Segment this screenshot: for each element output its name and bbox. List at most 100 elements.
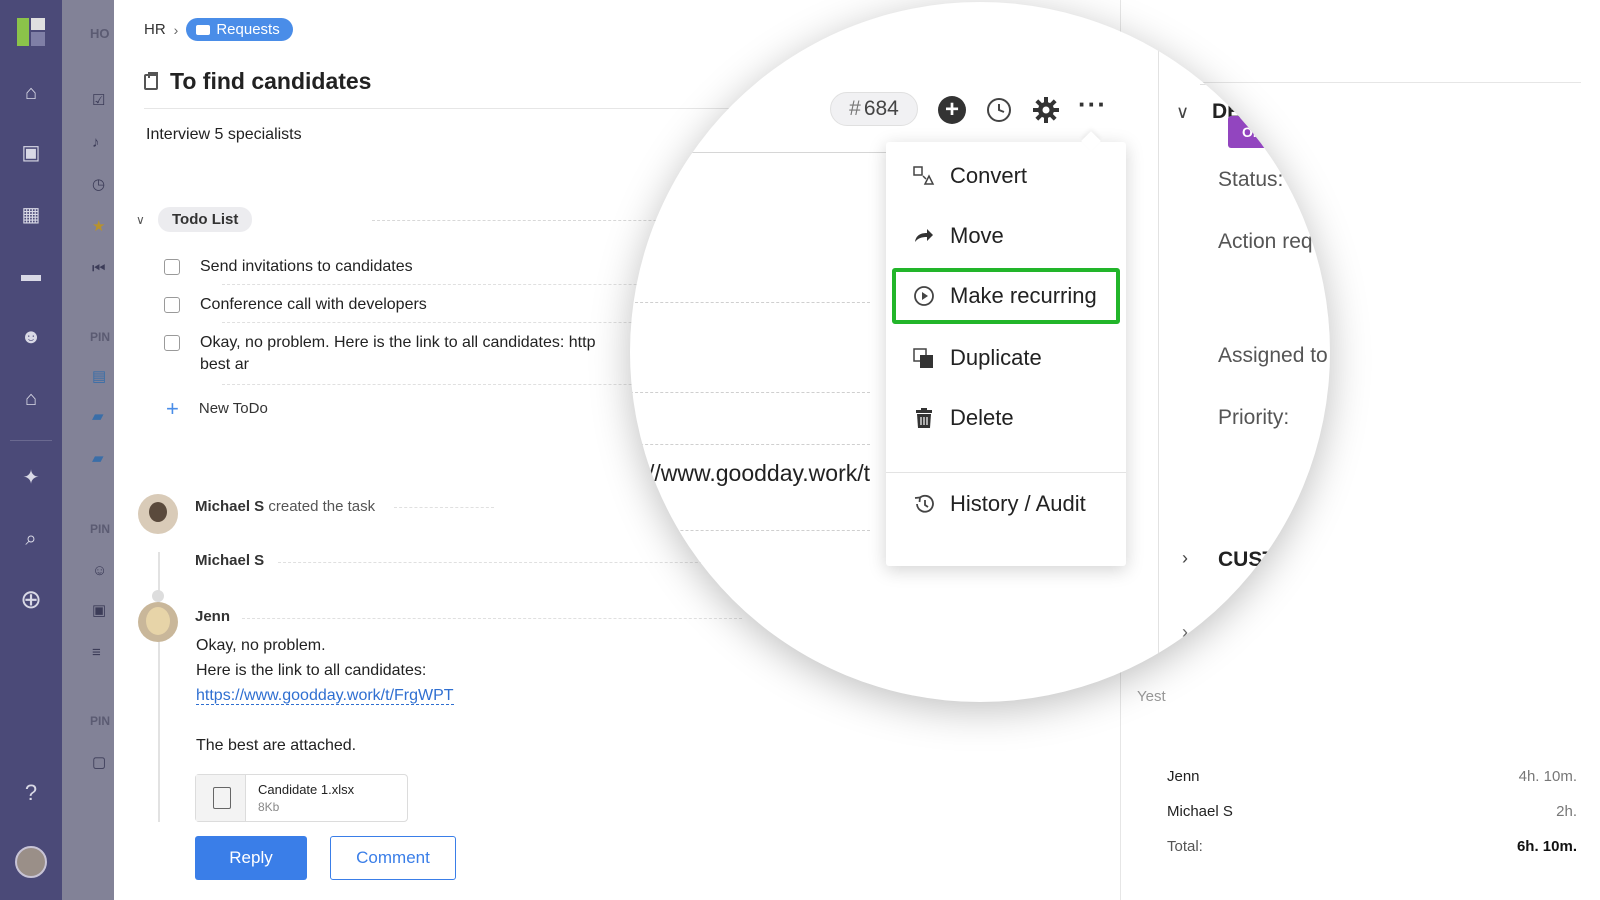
chevron-down-icon[interactable]: ∨ [1176, 102, 1189, 123]
task-description[interactable]: Interview 5 specialists [146, 126, 302, 144]
zoom-column-divider [1158, 2, 1159, 702]
zoomed-link-fragment: //www.goodday.work/t [648, 460, 871, 486]
menu-item-label: Duplicate [950, 345, 1042, 370]
todo-item: Conference call with developers [164, 294, 427, 316]
user-icon[interactable]: ☺ [92, 562, 110, 580]
chevron-right-icon: › [173, 21, 179, 38]
zoom-separator [630, 444, 870, 445]
todo-checkbox[interactable] [164, 297, 180, 313]
lines-icon[interactable]: ≡ [92, 644, 110, 662]
avatar[interactable] [138, 602, 178, 642]
file-name: Candidate 1.xlsx [258, 782, 355, 797]
sidebar-pinned-heading: PIN [90, 522, 111, 536]
sidebar-pinned-heading: PIN [90, 330, 111, 344]
time-total-row: Total: 6h. 10m. [1167, 838, 1577, 855]
duplicate-icon [912, 346, 936, 370]
chevron-right-icon[interactable]: › [1182, 622, 1188, 643]
breadcrumb-current[interactable]: Requests [186, 18, 293, 41]
todo-checkbox[interactable] [164, 259, 180, 275]
activity-author[interactable]: Michael S [195, 498, 264, 515]
comment-author[interactable]: Jenn [195, 608, 230, 625]
clipboard-icon[interactable]: ▢ [92, 754, 110, 772]
comment-line: Okay, no problem. [196, 637, 326, 654]
add-circle-icon[interactable]: ⊕ [18, 586, 44, 612]
todo-text[interactable]: Send invitations to candidates [200, 256, 413, 278]
add-icon[interactable]: + [938, 96, 966, 124]
menu-item-move[interactable]: Move [892, 208, 1120, 264]
todo-text-line: best ar [200, 356, 249, 373]
task-number-badge[interactable]: # 684 [830, 92, 918, 126]
clipboard-icon [144, 71, 158, 90]
todo-text-line: Okay, no problem. Here is the link to al… [200, 334, 596, 351]
comment-author[interactable]: Michael S [195, 552, 264, 569]
help-icon[interactable]: ? [18, 780, 44, 806]
zoom-separator [630, 392, 870, 393]
folder-icon[interactable]: ▰ [92, 450, 110, 468]
list-icon[interactable]: ▤ [92, 368, 110, 386]
clock-icon[interactable] [985, 96, 1013, 124]
comment-divider [278, 562, 738, 563]
briefcase-icon[interactable]: ▣ [18, 140, 44, 166]
gear-icon[interactable] [1032, 96, 1060, 124]
chevron-right-icon[interactable]: › [1182, 548, 1188, 569]
menu-item-label: Move [950, 223, 1004, 248]
status-badge[interactable]: ON HOLD ∨ [1228, 116, 1330, 148]
breadcrumb-current-label: Requests [216, 21, 280, 38]
priority-label: Priority: [1218, 406, 1290, 429]
chat-icon[interactable]: ▬ [18, 262, 44, 288]
reply-button[interactable]: Reply [195, 836, 307, 880]
comment-link[interactable]: https://www.goodday.work/t/FrgWPT [196, 687, 454, 705]
todo-text[interactable]: Okay, no problem. Here is the link to al… [200, 332, 595, 376]
breadcrumb: HR › Requests [144, 18, 293, 41]
menu-item-make-recurring[interactable]: Make recurring [892, 268, 1120, 324]
menu-item-history-audit[interactable]: History / Audit [892, 476, 1120, 532]
task-number: 684 [863, 97, 899, 120]
magic-wand-icon[interactable]: ✦ [18, 465, 44, 491]
new-todo-button[interactable]: + New ToDo [166, 397, 268, 419]
bell-icon[interactable]: ♪ [92, 134, 110, 152]
breadcrumb-parent[interactable]: HR [144, 21, 166, 38]
skip-back-icon[interactable]: ⏮ [92, 260, 110, 278]
home-icon[interactable]: ⌂ [18, 80, 44, 106]
menu-item-convert[interactable]: Convert [892, 148, 1120, 204]
folder-icon [196, 24, 211, 35]
todo-list-title: Todo List [158, 207, 253, 232]
assigned-to-label: Assigned to [1218, 344, 1328, 367]
more-icon[interactable]: ··· [1078, 91, 1106, 124]
secondary-sidebar: HO ☑ ♪ ◷ ★ ⏮ PIN ▤ ▰ ▰ PIN ☺ ▣ ≡ PIN ▢ [62, 0, 114, 900]
dashboard-icon[interactable]: ▦ [18, 202, 44, 228]
timer-icon[interactable]: ◷ [92, 176, 110, 194]
time-value: 4h. 10m. [1518, 768, 1577, 785]
star-icon[interactable]: ★ [92, 218, 110, 236]
folder-icon[interactable]: ▰ [92, 408, 110, 426]
users-icon[interactable]: ☻ [18, 324, 44, 350]
comment-button[interactable]: Comment [330, 836, 456, 880]
avatar[interactable] [138, 494, 178, 534]
todo-text[interactable]: Conference call with developers [200, 294, 427, 316]
todo-header[interactable]: ∨ Todo List [136, 207, 253, 232]
time-row: Jenn 4h. 10m. [1167, 768, 1577, 785]
main-nav: ⌂ ▣ ▦ ▬ ☻ ⌂ ✦ ⌕ ⊕ ? [0, 0, 62, 900]
chevron-down-icon[interactable]: ∨ [136, 213, 150, 227]
page-title[interactable]: To find candidates [170, 68, 371, 95]
menu-item-label: Delete [950, 405, 1014, 430]
time-row: Michael S 2h. [1167, 803, 1577, 820]
menu-item-delete[interactable]: Delete [892, 390, 1120, 446]
comment-author-row: Jenn [195, 608, 230, 625]
check-icon[interactable]: ☑ [92, 92, 110, 110]
todo-checkbox[interactable] [164, 335, 180, 351]
zoom-separator [630, 530, 870, 531]
bank-icon[interactable]: ⌂ [18, 386, 44, 412]
time-value: 2h. [1556, 803, 1577, 820]
app-logo[interactable] [17, 18, 45, 46]
menu-item-label: Convert [950, 163, 1028, 188]
current-user-avatar[interactable] [15, 846, 47, 878]
comment-body: Okay, no problem. Here is the link to al… [196, 633, 454, 758]
status-value: on [1287, 170, 1305, 187]
briefcase-icon[interactable]: ▣ [92, 602, 110, 620]
menu-item-duplicate[interactable]: Duplicate [892, 330, 1120, 386]
comment-divider [242, 618, 742, 619]
activity-created: Michael S created the task [195, 498, 375, 515]
search-icon[interactable]: ⌕ [18, 526, 44, 552]
file-attachment[interactable]: Candidate 1.xlsx 8Kb [195, 774, 408, 822]
